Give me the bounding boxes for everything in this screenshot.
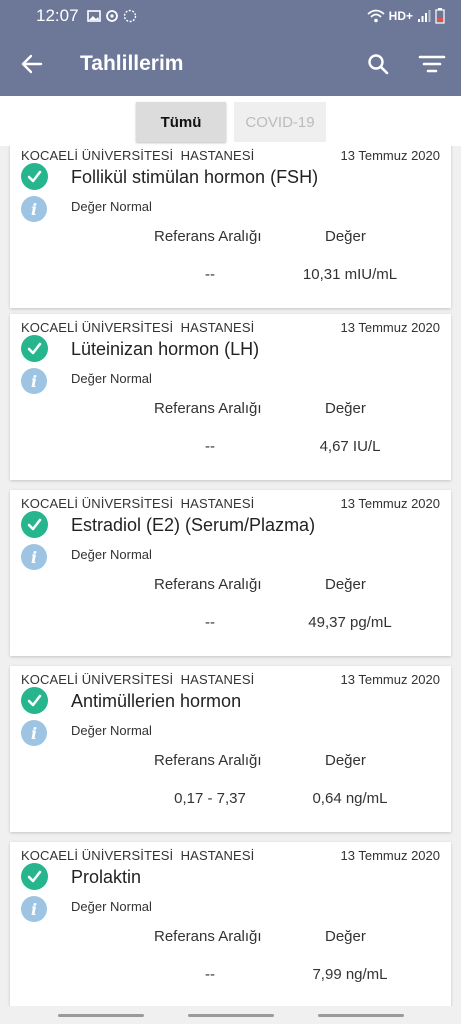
reference-range-value: -- bbox=[205, 266, 215, 283]
tab-bar: Tümü COVID-19 bbox=[0, 96, 461, 146]
page-title: Tahlillerim bbox=[80, 52, 184, 75]
image-icon bbox=[86, 10, 101, 22]
value-label: Değer bbox=[325, 752, 366, 769]
reference-range-label: Referans Aralığı bbox=[154, 400, 262, 417]
info-icon[interactable]: i bbox=[21, 196, 47, 222]
value-label: Değer bbox=[325, 928, 366, 945]
result-card-fsh[interactable]: KOCAELİ ÜNİVERSİTESİ HASTANESİ 13 Temmuz… bbox=[10, 146, 451, 308]
search-icon bbox=[368, 54, 389, 75]
test-name: Prolaktin bbox=[71, 867, 142, 887]
result-date: 13 Temmuz 2020 bbox=[340, 320, 441, 335]
nav-home-button[interactable] bbox=[188, 1014, 274, 1017]
check-icon bbox=[21, 335, 48, 362]
test-name: Lüteinizan hormon (LH) bbox=[71, 339, 260, 359]
result-status: Değer Normal bbox=[71, 371, 152, 386]
info-icon[interactable]: i bbox=[21, 896, 47, 922]
hospital-name: KOCAELİ ÜNİVERSİTESİ HASTANESİ bbox=[21, 320, 255, 335]
arrow-left-icon bbox=[21, 54, 43, 74]
check-icon bbox=[21, 863, 48, 890]
check-icon bbox=[21, 687, 48, 714]
search-button[interactable] bbox=[360, 46, 396, 82]
system-navigation-bar bbox=[0, 1006, 461, 1024]
test-name: Antimüllerien hormon bbox=[71, 691, 242, 711]
reference-range-label: Referans Aralığı bbox=[154, 228, 262, 245]
signal-icon bbox=[418, 10, 431, 22]
result-date: 13 Temmuz 2020 bbox=[340, 848, 441, 863]
tab-covid-19[interactable]: COVID-19 bbox=[234, 102, 326, 142]
filter-icon bbox=[418, 55, 446, 73]
hospital-name: KOCAELİ ÜNİVERSİTESİ HASTANESİ bbox=[21, 848, 255, 863]
result-value: 49,37 pg/mL bbox=[308, 614, 392, 631]
info-icon[interactable]: i bbox=[21, 544, 47, 570]
reference-range-label: Referans Aralığı bbox=[154, 752, 262, 769]
reference-range-label: Referans Aralığı bbox=[154, 928, 262, 945]
hospital-name: KOCAELİ ÜNİVERSİTESİ HASTANESİ bbox=[21, 672, 255, 687]
result-status: Değer Normal bbox=[71, 723, 152, 738]
tab-all[interactable]: Tümü bbox=[136, 102, 226, 142]
reference-range-value: -- bbox=[205, 966, 215, 983]
check-icon bbox=[21, 511, 48, 538]
result-date: 13 Temmuz 2020 bbox=[340, 148, 441, 163]
hospital-name: KOCAELİ ÜNİVERSİTESİ HASTANESİ bbox=[21, 148, 255, 163]
result-value: 0,64 ng/mL bbox=[312, 790, 388, 807]
value-label: Değer bbox=[325, 576, 366, 593]
status-icons-left bbox=[86, 9, 137, 23]
result-value: 7,99 ng/mL bbox=[312, 966, 388, 983]
hospital-name: KOCAELİ ÜNİVERSİTESİ HASTANESİ bbox=[21, 496, 255, 511]
result-status: Değer Normal bbox=[71, 899, 152, 914]
reference-range-value: -- bbox=[205, 614, 215, 631]
result-value: 10,31 mIU/mL bbox=[302, 266, 398, 283]
back-button[interactable] bbox=[0, 32, 64, 96]
circle-icon bbox=[123, 9, 136, 23]
result-status: Değer Normal bbox=[71, 199, 152, 214]
test-name: Estradiol (E2) (Serum/Plazma) bbox=[71, 515, 316, 535]
test-name: Follikül stimülan hormon (FSH) bbox=[71, 167, 319, 187]
status-icons-right: HD+ bbox=[367, 8, 445, 24]
nav-back-button[interactable] bbox=[318, 1014, 404, 1017]
filter-button[interactable] bbox=[414, 46, 450, 82]
result-card-amh[interactable]: KOCAELİ ÜNİVERSİTESİ HASTANESİ 13 Temmuz… bbox=[10, 666, 451, 832]
check-icon bbox=[21, 163, 48, 190]
nav-recents-button[interactable] bbox=[58, 1014, 144, 1017]
reference-range-value: 0,17 - 7,37 bbox=[174, 790, 246, 807]
result-card-lh[interactable]: KOCAELİ ÜNİVERSİTESİ HASTANESİ 13 Temmuz… bbox=[10, 314, 451, 480]
reference-range-label: Referans Aralığı bbox=[154, 576, 262, 593]
info-icon[interactable]: i bbox=[21, 720, 47, 746]
status-time: 12:07 bbox=[36, 6, 79, 25]
reference-range-value: -- bbox=[205, 438, 215, 455]
network-type: HD+ bbox=[388, 9, 413, 23]
battery-icon bbox=[435, 8, 445, 24]
result-value: 4,67 IU/L bbox=[319, 438, 381, 455]
info-icon[interactable]: i bbox=[21, 368, 47, 394]
result-card-prolaktin[interactable]: KOCAELİ ÜNİVERSİTESİ HASTANESİ 13 Temmuz… bbox=[10, 842, 451, 1006]
sync-icon bbox=[105, 10, 118, 22]
value-label: Değer bbox=[325, 228, 366, 245]
status-bar: 12:07 HD+ bbox=[0, 0, 461, 32]
results-list[interactable]: KOCAELİ ÜNİVERSİTESİ HASTANESİ 13 Temmuz… bbox=[0, 146, 461, 1006]
result-date: 13 Temmuz 2020 bbox=[340, 672, 441, 687]
result-status: Değer Normal bbox=[71, 547, 152, 562]
value-label: Değer bbox=[325, 400, 366, 417]
app-bar: Tahlillerim bbox=[0, 32, 461, 96]
result-card-estradiol[interactable]: KOCAELİ ÜNİVERSİTESİ HASTANESİ 13 Temmuz… bbox=[10, 490, 451, 656]
result-date: 13 Temmuz 2020 bbox=[340, 496, 441, 511]
wifi-icon bbox=[367, 9, 385, 23]
